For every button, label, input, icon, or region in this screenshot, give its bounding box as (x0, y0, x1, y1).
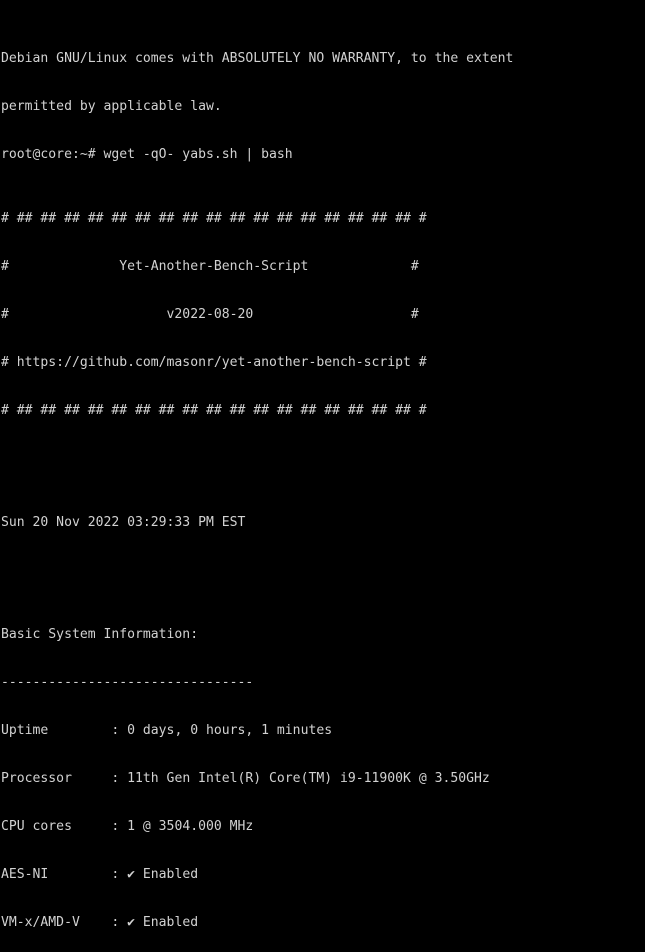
section-heading-basic-system-information: Basic System Information: (1, 627, 199, 642)
banner-url: # https://github.com/masonr/yet-another-… (1, 355, 427, 370)
check-icon-value: ✔ Enabled (127, 915, 199, 930)
sysinfo-label: VM-x/AMD-V : (1, 915, 128, 930)
motd-line-1: Debian GNU/Linux comes with ABSOLUTELY N… (1, 51, 514, 66)
sysinfo-row-uptime: Uptime : 0 days, 0 hours, 1 minutes (1, 723, 645, 739)
command-prompt-line: root@core:~# wget -qO- yabs.sh | bash (1, 147, 293, 162)
sysinfo-label: Uptime : (1, 723, 128, 738)
sysinfo-value: 1 @ 3504.000 MHz (127, 819, 254, 834)
sysinfo-label: CPU cores : (1, 819, 128, 834)
sysinfo-row-processor: Processor : 11th Gen Intel(R) Core(TM) i… (1, 771, 645, 787)
terminal-output[interactable]: Debian GNU/Linux comes with ABSOLUTELY N… (0, 0, 645, 952)
section-separator: -------------------------------- (1, 675, 254, 690)
sysinfo-value: 11th Gen Intel(R) Core(TM) i9-11900K @ 3… (127, 771, 490, 786)
banner-version: # v2022-08-20 # (1, 307, 419, 322)
sysinfo-value: 0 days, 0 hours, 1 minutes (127, 723, 333, 738)
check-icon-value: ✔ Enabled (127, 867, 199, 882)
banner-title: # Yet-Another-Bench-Script # (1, 259, 419, 274)
timestamp: Sun 20 Nov 2022 03:29:33 PM EST (1, 515, 246, 530)
banner-rule-top: # ## ## ## ## ## ## ## ## ## ## ## ## ##… (1, 211, 427, 226)
motd-line-2: permitted by applicable law. (1, 99, 222, 114)
sysinfo-label: AES-NI : (1, 867, 128, 882)
sysinfo-label: Processor : (1, 771, 128, 786)
sysinfo-row-aes-ni: AES-NI : ✔ Enabled (1, 867, 645, 883)
sysinfo-row-cpu-cores: CPU cores : 1 @ 3504.000 MHz (1, 819, 645, 835)
banner-rule-bottom: # ## ## ## ## ## ## ## ## ## ## ## ## ##… (1, 403, 427, 418)
sysinfo-row-vmx-amdv: VM-x/AMD-V : ✔ Enabled (1, 915, 645, 931)
